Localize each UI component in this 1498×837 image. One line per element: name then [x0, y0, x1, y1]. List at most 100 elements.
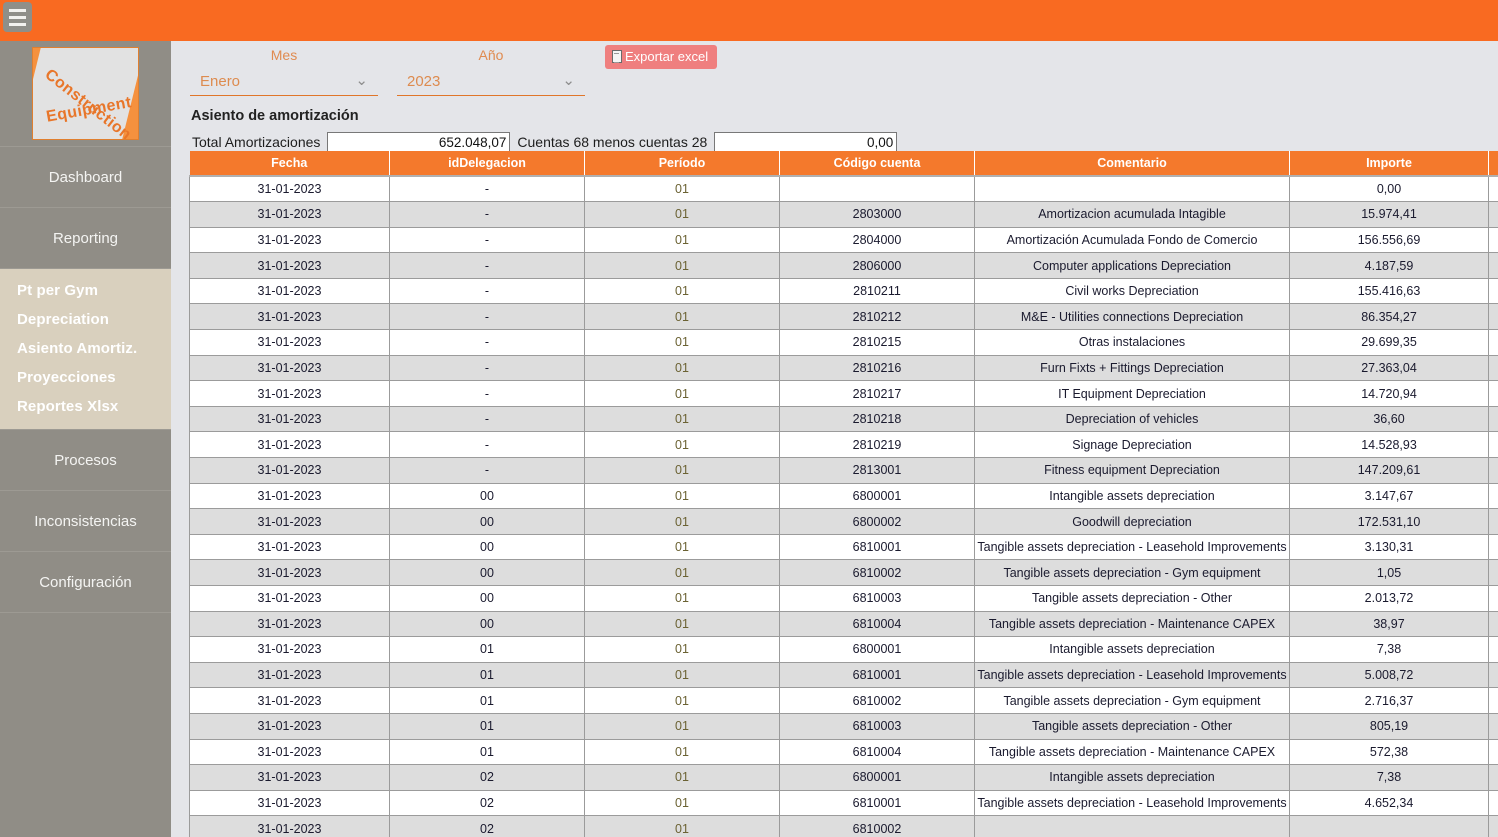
table-row[interactable]: 31-01-2023 00 01 6810003 Tangible assets dep…	[189, 585, 1498, 612]
cell-comentario: Tangible assets depreciation - Gym equip…	[974, 559, 1290, 586]
cell-comentario	[974, 175, 1290, 203]
cell-overflow	[1488, 175, 1498, 203]
column-header-importe[interactable]: Importe	[1289, 151, 1489, 177]
table-row[interactable]: 31-01-2023 02 01 6810001 Tangible assets dep…	[189, 789, 1498, 817]
cell-codigo-cuenta: 6800002	[779, 508, 975, 535]
cell-periodo: 01	[584, 482, 780, 510]
cell-periodo: 01	[584, 431, 780, 459]
table-row[interactable]: 31-01-2023-01 2806000 Computer application…	[189, 252, 1498, 279]
sidebar-subitem-asiento-amortiz[interactable]: Asiento Amortiz.	[0, 334, 171, 363]
total-amortizaciones-input[interactable]	[327, 131, 511, 153]
cell-comentario: Tangible assets depreciation - Gym equip…	[974, 687, 1290, 714]
cell-importe: 7,38	[1289, 764, 1489, 791]
table-row[interactable]: 31-01-2023-01 2810218 Depreciation of vehi…	[189, 405, 1498, 433]
cell-comentario: Amortización Acumulada Fondo de Comercio	[974, 226, 1290, 254]
cell-fecha: 31-01-2023	[189, 636, 390, 663]
sidebar-item-configuracion[interactable]: Configuración	[0, 552, 171, 613]
cell-overflow	[1488, 764, 1498, 791]
table-row[interactable]: 31-01-2023 01 01 6810002 Tangible assets dep…	[189, 687, 1498, 714]
column-header-comentario[interactable]: Comentario	[974, 151, 1290, 177]
table-row[interactable]: 31-01-2023-01 2810217 IT Equipment Depreci…	[189, 380, 1498, 407]
chevron-down-icon: ⌄	[562, 72, 575, 89]
month-select[interactable]: Enero ⌄	[190, 67, 378, 96]
sidebar: Construction Equipment Dashboard Reporti…	[0, 41, 171, 837]
cell-codigo-cuenta: 6810001	[779, 789, 975, 817]
sidebar-subitem-reportes-xlsx[interactable]: Reportes Xlsx	[0, 392, 171, 421]
cell-fecha: 31-01-2023	[189, 405, 390, 433]
cell-importe: 805,19	[1289, 712, 1489, 740]
table-row[interactable]: 31-01-2023 01 01 6810001 Tangible assets dep…	[189, 661, 1498, 689]
sidebar-subitem-depreciation[interactable]: Depreciation	[0, 305, 171, 334]
table-row[interactable]: 31-01-2023 00 01 6810002 Tangible assets dep…	[189, 559, 1498, 586]
cuentas-diff-input[interactable]	[714, 131, 898, 153]
cell-iddelegacion: 00	[389, 610, 585, 638]
table-row[interactable]: 31-01-2023-01 2810216 Furn Fixts + Fitting…	[189, 354, 1498, 382]
table-row[interactable]: 31-01-2023 01 01 6810004 Tangible assets dep…	[189, 738, 1498, 766]
export-excel-button[interactable]: Exportar excel	[605, 45, 718, 69]
table-row[interactable]: 31-01-2023 01 01 6810003 Tangible assets dep…	[189, 712, 1498, 740]
sidebar-subitem-pt-per-gym[interactable]: Pt per Gym	[0, 276, 171, 305]
sidebar-item-label: Configuración	[39, 573, 132, 591]
sidebar-subitem-proyecciones[interactable]: Proyecciones	[0, 363, 171, 392]
cell-importe: 4.652,34	[1289, 789, 1489, 817]
export-excel-label: Exportar excel	[625, 49, 709, 64]
sidebar-item-reporting[interactable]: Reporting	[0, 208, 171, 269]
cell-comentario: Signage Depreciation	[974, 431, 1290, 459]
column-header-codigo-cuenta[interactable]: Código cuenta	[779, 151, 975, 177]
cell-periodo: 01	[584, 738, 780, 766]
cell-fecha: 31-01-2023	[189, 457, 390, 484]
table-row[interactable]: 31-01-2023-01 2803000 Amortizacion acumula…	[189, 201, 1498, 228]
cell-fecha: 31-01-2023	[189, 303, 390, 331]
table-row[interactable]: 31-01-2023-01 0,00	[189, 175, 1498, 203]
cell-overflow	[1488, 559, 1498, 586]
cell-comentario: Goodwill depreciation	[974, 508, 1290, 535]
cell-iddelegacion: 00	[389, 559, 585, 586]
cell-importe: 155.416,63	[1289, 277, 1489, 305]
column-header-periodo[interactable]: Período	[584, 151, 780, 177]
cell-comentario: IT Equipment Depreciation	[974, 380, 1290, 407]
table-row[interactable]: 31-01-2023-01 2810212 M&E - Utilities conn…	[189, 303, 1498, 331]
cell-importe: 7,38	[1289, 636, 1489, 663]
table-row[interactable]: 31-01-2023 02 01 6800001 Intangible assets d…	[189, 764, 1498, 791]
cell-iddelegacion: -	[389, 303, 585, 331]
cell-codigo-cuenta: 2810219	[779, 431, 975, 459]
cell-overflow	[1488, 738, 1498, 766]
table-row[interactable]: 31-01-2023-01 2810215 Otras instalaciones 2…	[189, 329, 1498, 356]
column-header-iddelegacion[interactable]: idDelegacion	[389, 151, 585, 177]
table-row[interactable]: 31-01-2023-01 2804000 Amortización Acumula…	[189, 226, 1498, 254]
cell-fecha: 31-01-2023	[189, 354, 390, 382]
cell-codigo-cuenta: 6800001	[779, 764, 975, 791]
table-row[interactable]: 31-01-2023 00 01 6800001 Intangible assets d…	[189, 482, 1498, 510]
cell-fecha: 31-01-2023	[189, 559, 390, 586]
table-row[interactable]: 31-01-2023 02 01 6810002	[189, 815, 1498, 837]
amortization-table-container[interactable]: Fecha idDelegacion Período Código cuenta…	[189, 151, 1498, 837]
cell-comentario: Intangible assets depreciation	[974, 482, 1290, 510]
table-row[interactable]: 31-01-2023 00 01 6800002 Goodwill depreciati…	[189, 508, 1498, 535]
cell-importe	[1289, 815, 1489, 837]
column-header-fecha[interactable]: Fecha	[189, 151, 390, 177]
table-row[interactable]: 31-01-2023-01 2810211 Civil works Deprecia…	[189, 277, 1498, 305]
sidebar-item-dashboard[interactable]: Dashboard	[0, 147, 171, 208]
cell-importe: 2.716,37	[1289, 687, 1489, 714]
sidebar-item-procesos[interactable]: Procesos	[0, 430, 171, 491]
sidebar-item-inconsistencias[interactable]: Inconsistencias	[0, 491, 171, 552]
sidebar-item-label: Procesos	[54, 451, 117, 469]
cell-importe: 5.008,72	[1289, 661, 1489, 689]
cell-periodo: 01	[584, 175, 780, 203]
cell-importe: 572,38	[1289, 738, 1489, 766]
cell-periodo: 01	[584, 277, 780, 305]
table-row[interactable]: 31-01-2023-01 2810219 Signage Depreciation…	[189, 431, 1498, 459]
table-row[interactable]: 31-01-2023 00 01 6810001 Tangible assets dep…	[189, 533, 1498, 561]
month-select-value: Enero	[200, 72, 241, 90]
cell-codigo-cuenta	[779, 175, 975, 203]
table-row[interactable]: 31-01-2023 00 01 6810004 Tangible assets dep…	[189, 610, 1498, 638]
cell-codigo-cuenta: 2803000	[779, 201, 975, 228]
year-select[interactable]: 2023 ⌄	[397, 67, 585, 96]
table-row[interactable]: 31-01-2023 01 01 6800001 Intangible assets d…	[189, 636, 1498, 663]
total-amortizaciones-label: Total Amortizaciones	[192, 134, 321, 150]
cell-importe: 3.130,31	[1289, 533, 1489, 561]
cuentas-diff-label: Cuentas 68 menos cuentas 28	[517, 134, 708, 150]
table-row[interactable]: 31-01-2023-01 2813001 Fitness equipment De…	[189, 457, 1498, 484]
hamburger-menu-icon[interactable]	[3, 2, 32, 32]
cell-comentario: Intangible assets depreciation	[974, 764, 1290, 791]
